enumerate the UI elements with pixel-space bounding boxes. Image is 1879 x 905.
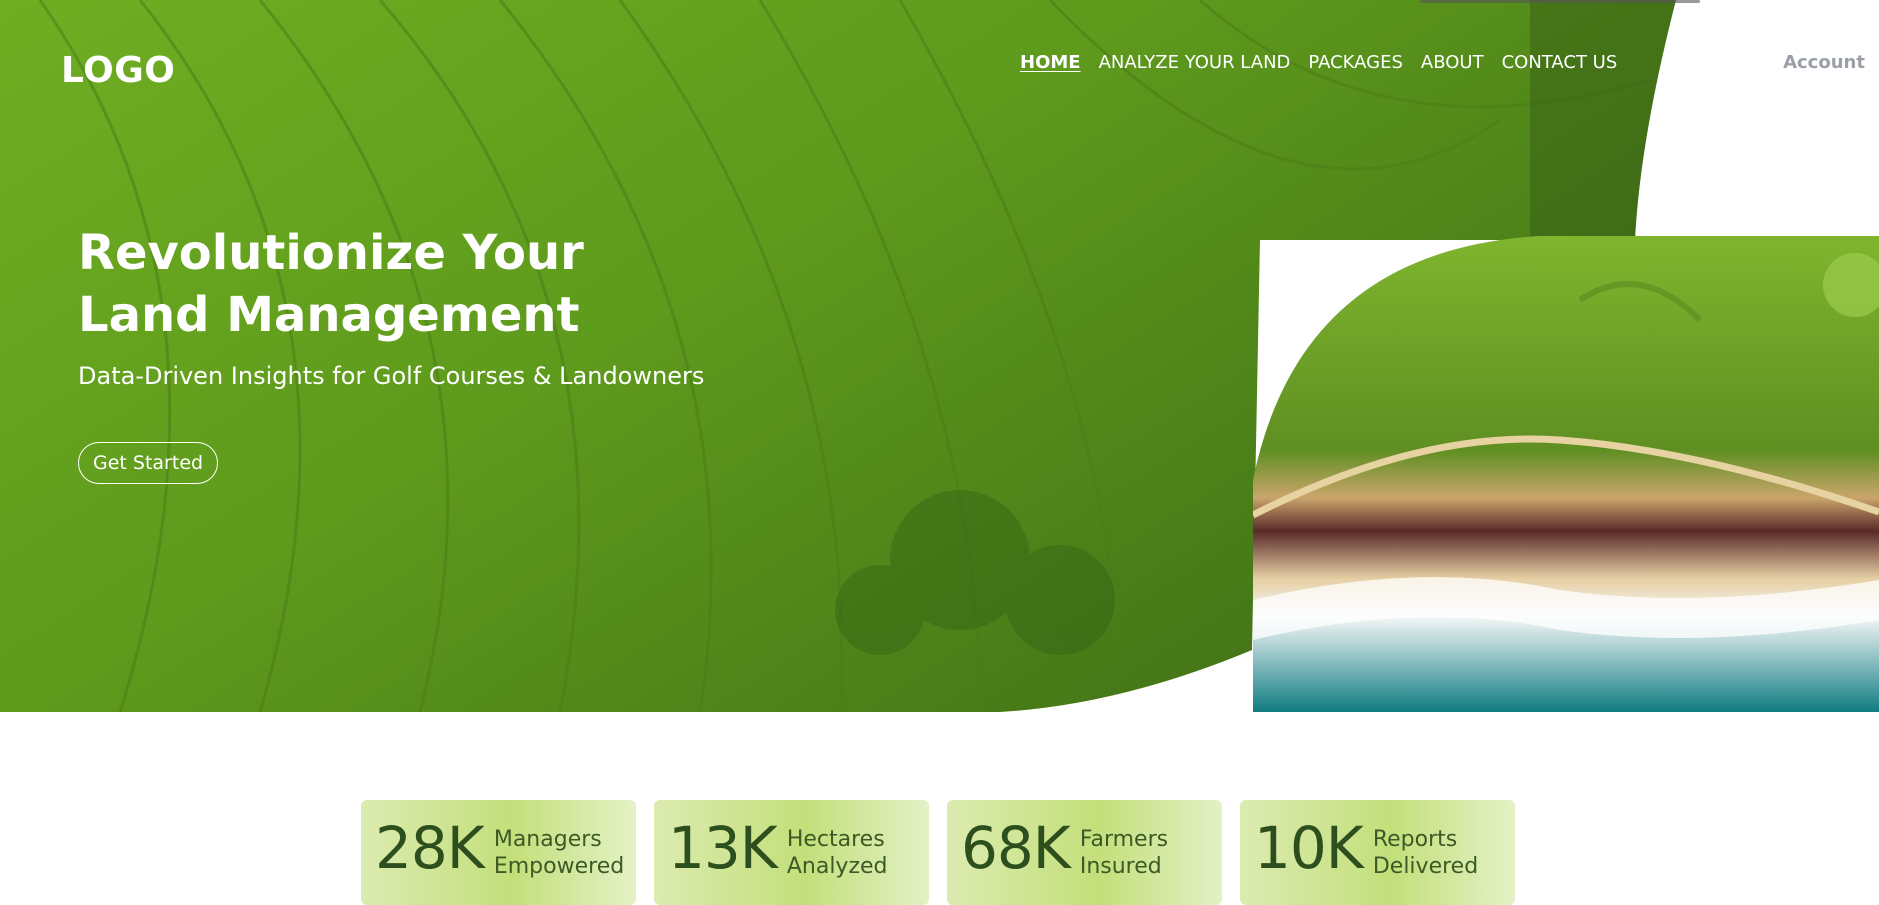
- stat-label-line1: Managers: [493, 827, 602, 852]
- nav-packages[interactable]: PACKAGES: [1308, 52, 1403, 73]
- stat-label: Hectares Analyzed: [787, 826, 888, 880]
- account-link[interactable]: Account: [1769, 52, 1879, 73]
- hero-title-line1: Revolutionize Your: [78, 225, 584, 281]
- stat-label-line1: Hectares: [786, 827, 885, 852]
- stat-card-farmers: 68K Farmers Insured: [947, 800, 1222, 905]
- nav-home[interactable]: HOME: [1020, 52, 1081, 73]
- nav-about[interactable]: ABOUT: [1421, 52, 1484, 73]
- stat-label: Reports Delivered: [1373, 826, 1478, 880]
- stat-card-managers: 28K Managers Empowered: [361, 800, 636, 905]
- main-nav: HOME ANALYZE YOUR LAND PACKAGES ABOUT CO…: [1020, 52, 1635, 73]
- get-started-button[interactable]: Get Started: [78, 442, 219, 484]
- hero-background: [0, 0, 1879, 712]
- hero-title-line2: Land Management: [78, 287, 580, 343]
- stat-value: 13K: [668, 814, 778, 882]
- stat-label-line1: Reports: [1372, 827, 1458, 852]
- stat-label-line2: Delivered: [1372, 854, 1479, 879]
- nav-analyze-your-land[interactable]: ANALYZE YOUR LAND: [1099, 52, 1291, 73]
- stat-value: 68K: [961, 814, 1071, 882]
- stat-card-hectares: 13K Hectares Analyzed: [654, 800, 929, 905]
- nav-contact-us[interactable]: CONTACT US: [1502, 52, 1618, 73]
- stat-card-reports: 10K Reports Delivered: [1240, 800, 1515, 905]
- hero-section: LOGO HOME ANALYZE YOUR LAND PACKAGES ABO…: [0, 0, 1879, 712]
- stat-label: Managers Empowered: [494, 826, 624, 880]
- hero-title: Revolutionize Your Land Management: [78, 222, 584, 346]
- stat-label: Farmers Insured: [1080, 826, 1168, 880]
- stat-label-line1: Farmers: [1079, 827, 1169, 852]
- stats-row: 28K Managers Empowered 13K Hectares Anal…: [361, 800, 1515, 905]
- stat-label-line2: Analyzed: [786, 854, 888, 879]
- stat-value: 10K: [1254, 814, 1364, 882]
- stat-label-line2: Insured: [1079, 854, 1162, 879]
- stat-value: 28K: [375, 814, 485, 882]
- stat-label-line2: Empowered: [493, 854, 625, 879]
- logo[interactable]: LOGO: [61, 50, 175, 91]
- hero-subtitle: Data-Driven Insights for Golf Courses & …: [78, 362, 705, 390]
